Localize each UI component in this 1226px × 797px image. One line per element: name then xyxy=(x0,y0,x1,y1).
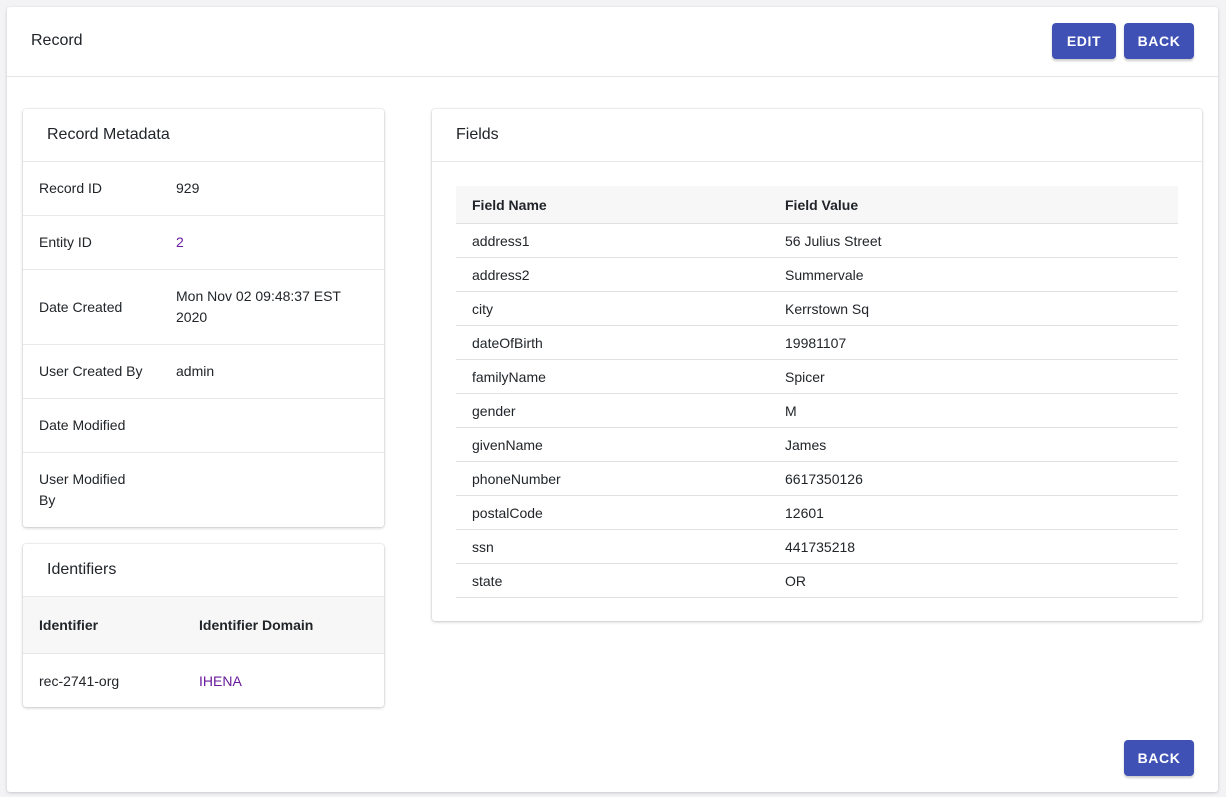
edit-button[interactable]: EDIT xyxy=(1052,23,1116,59)
metadata-label: Entity ID xyxy=(39,234,92,250)
metadata-row-user-created-by: User Created By admin xyxy=(23,345,384,399)
table-row: phoneNumber 6617350126 xyxy=(456,461,1178,496)
field-name: state xyxy=(456,563,769,598)
column-header-field-value: Field Value xyxy=(769,186,1178,224)
field-value: 19981107 xyxy=(769,325,1178,360)
identifiers-card: Identifiers Identifier Identifier Domain… xyxy=(23,544,384,707)
field-value: 441735218 xyxy=(769,529,1178,564)
table-row: postalCode 12601 xyxy=(456,495,1178,530)
field-value: 56 Julius Street xyxy=(769,223,1178,258)
fields-table: Field Name Field Value address1 56 Julius… xyxy=(456,186,1178,598)
metadata-value: admin xyxy=(176,363,215,379)
field-value: Spicer xyxy=(769,359,1178,394)
field-name: gender xyxy=(456,393,769,428)
field-name: givenName xyxy=(456,427,769,462)
page-title: Record xyxy=(31,32,83,49)
field-value: 12601 xyxy=(769,495,1178,530)
metadata-value: 929 xyxy=(176,180,200,196)
field-name: phoneNumber xyxy=(456,461,769,496)
field-value: James xyxy=(769,427,1178,462)
field-name: dateOfBirth xyxy=(456,325,769,360)
metadata-row-date-created: Date Created Mon Nov 02 09:48:37 EST 202… xyxy=(23,270,384,345)
footer-back-button[interactable]: BACK xyxy=(1124,740,1194,776)
table-row: rec-2741-org IHENA xyxy=(23,654,384,707)
metadata-row-entity-id: Entity ID 2 xyxy=(23,216,384,270)
metadata-row-user-modified-by: User Modified By xyxy=(23,453,384,527)
identifier-value: rec-2741-org xyxy=(39,672,120,689)
table-row: familyName Spicer xyxy=(456,359,1178,394)
metadata-label: Date Modified xyxy=(39,417,126,433)
fields-card: Fields Field Name Field Value address1 56… xyxy=(432,109,1202,621)
identifier-domain-link[interactable]: IHENA xyxy=(199,673,242,689)
field-name: postalCode xyxy=(456,495,769,530)
field-value: OR xyxy=(769,563,1178,598)
field-name: familyName xyxy=(456,359,769,394)
table-row: address1 56 Julius Street xyxy=(456,223,1178,258)
page-header: Record EDIT BACK xyxy=(7,7,1218,77)
field-value: Kerrstown Sq xyxy=(769,291,1178,326)
identifiers-title: Identifiers xyxy=(23,544,384,597)
metadata-label: User Created By xyxy=(39,363,143,379)
table-row: gender M xyxy=(456,393,1178,428)
metadata-label: User Modified By xyxy=(39,471,126,508)
field-value: M xyxy=(769,393,1178,428)
column-header-field-name: Field Name xyxy=(456,186,769,224)
field-name: address2 xyxy=(456,257,769,292)
metadata-row-date-modified: Date Modified xyxy=(23,399,384,453)
field-name: ssn xyxy=(456,529,769,564)
metadata-value: Mon Nov 02 09:48:37 EST 2020 xyxy=(176,288,341,325)
table-row: address2 Summervale xyxy=(456,257,1178,292)
fields-title: Fields xyxy=(432,109,1202,162)
record-metadata-card: Record Metadata Record ID 929 Entity ID … xyxy=(23,109,384,527)
metadata-label: Record ID xyxy=(39,180,103,196)
table-row: ssn 441735218 xyxy=(456,529,1178,564)
table-row: givenName James xyxy=(456,427,1178,462)
metadata-label: Date Created xyxy=(39,298,123,315)
fields-header-row: Field Name Field Value xyxy=(456,186,1178,224)
record-page: Record EDIT BACK Record Metadata Record … xyxy=(7,7,1218,792)
entity-id-link[interactable]: 2 xyxy=(176,232,368,253)
identifiers-header-row: Identifier Identifier Domain xyxy=(23,597,384,654)
table-row: dateOfBirth 19981107 xyxy=(456,325,1178,360)
column-header-identifier-domain: Identifier Domain xyxy=(199,617,314,633)
field-name: city xyxy=(456,291,769,326)
record-metadata-title: Record Metadata xyxy=(23,109,384,162)
column-header-identifier: Identifier xyxy=(39,617,99,633)
back-button[interactable]: BACK xyxy=(1124,23,1194,59)
table-row: state OR xyxy=(456,563,1178,598)
field-name: address1 xyxy=(456,223,769,258)
table-row: city Kerrstown Sq xyxy=(456,291,1178,326)
metadata-row-record-id: Record ID 929 xyxy=(23,162,384,216)
field-value: Summervale xyxy=(769,257,1178,292)
field-value: 6617350126 xyxy=(769,461,1178,496)
